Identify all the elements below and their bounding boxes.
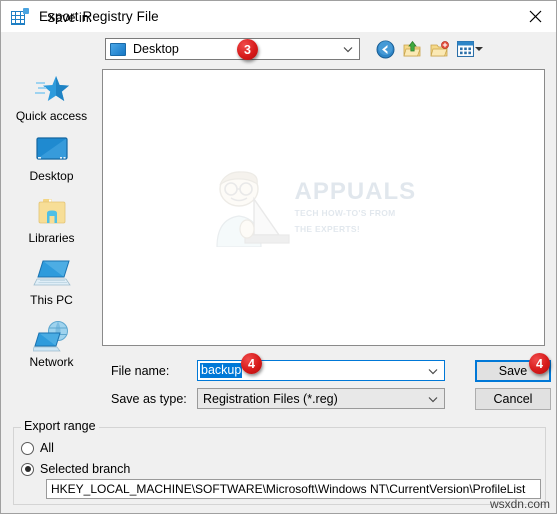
export-registry-file-dialog: Export Registry File Save in: Desktop 3 bbox=[0, 0, 557, 514]
file-list[interactable]: APPUALS TECH HOW-TO'S FROM THE EXPERTS! bbox=[102, 69, 545, 346]
step-badge-4-save: 4 bbox=[529, 353, 550, 374]
sidebar-item-label: Quick access bbox=[15, 109, 88, 123]
file-name-label: File name: bbox=[111, 364, 170, 378]
up-button[interactable] bbox=[402, 39, 423, 59]
sidebar-item-label: Libraries bbox=[28, 231, 75, 245]
step-badge-3: 3 bbox=[237, 39, 258, 60]
views-grid-icon bbox=[457, 41, 474, 57]
file-name-value: backup bbox=[200, 363, 243, 378]
appuals-watermark: APPUALS TECH HOW-TO'S FROM THE EXPERTS! bbox=[199, 169, 449, 247]
back-button[interactable] bbox=[375, 39, 396, 59]
sidebar-item-quick-access[interactable]: Quick access bbox=[2, 72, 101, 123]
watermark-subtitle-2: THE EXPERTS! bbox=[294, 223, 360, 234]
sidebar-item-network[interactable]: Network bbox=[2, 318, 101, 369]
sidebar-item-libraries[interactable]: Libraries bbox=[2, 194, 101, 245]
close-icon bbox=[529, 10, 541, 23]
cancel-button[interactable]: Cancel bbox=[475, 388, 551, 410]
save-as-type-label: Save as type: bbox=[111, 392, 187, 406]
save-in-combobox[interactable]: Desktop bbox=[105, 38, 360, 60]
chevron-down-icon bbox=[343, 47, 353, 53]
branch-path-input[interactable]: HKEY_LOCAL_MACHINE\SOFTWARE\Microsoft\Wi… bbox=[46, 479, 541, 499]
save-as-type-combobox[interactable]: Registration Files (*.reg) bbox=[197, 388, 445, 409]
folder-icon bbox=[2, 194, 101, 230]
star-icon bbox=[2, 72, 101, 108]
views-button[interactable] bbox=[456, 39, 484, 59]
save-as-type-value: Registration Files (*.reg) bbox=[203, 391, 338, 406]
computer-icon bbox=[2, 256, 101, 292]
close-button[interactable] bbox=[512, 1, 556, 32]
watermark-title: APPUALS bbox=[294, 178, 417, 206]
radio-selected-branch[interactable]: Selected branch bbox=[21, 462, 130, 476]
save-in-value: Desktop bbox=[133, 42, 179, 56]
places-sidebar: Quick access Desktop Libraries This PC N… bbox=[2, 68, 101, 413]
watermark-subtitle-1: TECH HOW-TO'S FROM bbox=[294, 208, 396, 219]
registry-file-icon bbox=[10, 7, 30, 27]
save-in-label: Save in: bbox=[47, 11, 93, 25]
file-name-input[interactable]: backup bbox=[197, 360, 445, 381]
step-badge-4-filename: 4 bbox=[241, 353, 262, 374]
sidebar-item-this-pc[interactable]: This PC bbox=[2, 256, 101, 307]
radio-all[interactable]: All bbox=[21, 441, 54, 455]
up-folder-icon bbox=[403, 40, 421, 56]
person-laptop-icon bbox=[215, 170, 290, 247]
sidebar-item-label: Desktop bbox=[29, 169, 74, 183]
radio-all-label: All bbox=[40, 441, 54, 455]
back-arrow-icon bbox=[376, 40, 395, 58]
branch-path-value: HKEY_LOCAL_MACHINE\SOFTWARE\Microsoft\Wi… bbox=[51, 482, 526, 496]
radio-icon bbox=[21, 441, 34, 455]
desktop-icon bbox=[110, 42, 126, 56]
monitor-icon bbox=[2, 132, 101, 168]
navigation-toolbar bbox=[375, 39, 484, 59]
chevron-down-icon bbox=[475, 47, 483, 51]
radio-selected-branch-label: Selected branch bbox=[40, 462, 131, 476]
network-globe-icon bbox=[2, 318, 101, 354]
chevron-down-icon[interactable] bbox=[427, 365, 439, 377]
chevron-down-icon bbox=[428, 396, 438, 402]
radio-icon-checked bbox=[21, 462, 34, 476]
sidebar-item-desktop[interactable]: Desktop bbox=[2, 132, 101, 183]
new-folder-button[interactable] bbox=[429, 39, 450, 59]
sidebar-item-label: This PC bbox=[30, 293, 73, 307]
sidebar-item-label: Network bbox=[29, 355, 74, 369]
site-watermark: wsxdn.com bbox=[489, 497, 550, 511]
new-folder-icon bbox=[430, 40, 449, 56]
export-range-title: Export range bbox=[21, 419, 99, 433]
